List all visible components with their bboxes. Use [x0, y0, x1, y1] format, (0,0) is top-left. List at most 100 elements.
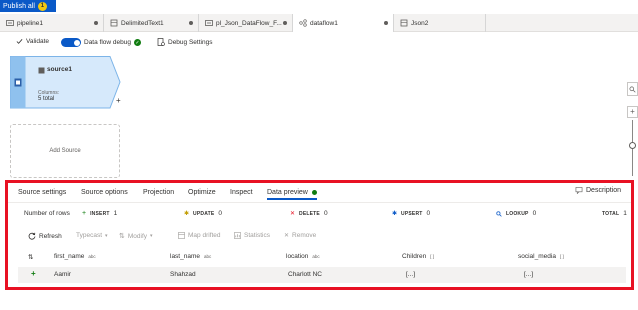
chevron-down-icon: ▾: [105, 232, 108, 239]
map-drifted-icon: [178, 232, 185, 239]
statistics-label: Statistics: [244, 232, 271, 239]
debug-settings-label: Debug Settings: [168, 38, 213, 46]
row-stats-bar: Number of rows + INSERT 1 ✱ UPDATE 0 ✕ D…: [8, 208, 631, 222]
column-header-children[interactable]: Children [ ]: [402, 253, 434, 260]
description-button[interactable]: Description: [575, 187, 621, 194]
tab-data-preview-label: Data preview: [267, 189, 308, 196]
tab-label: DelimitedText1: [121, 19, 164, 27]
source-icon: [14, 78, 22, 87]
tab-json2[interactable]: Json2: [394, 14, 486, 32]
modify-icon: ⇅: [119, 233, 125, 240]
map-drifted-button[interactable]: Map drifted: [178, 232, 221, 239]
remove-button[interactable]: ✕ Remove: [284, 232, 316, 239]
delete-stat: ✕ DELETE 0: [290, 210, 328, 217]
rows-label-text: Number of rows: [24, 210, 70, 217]
source-node-name: source1: [47, 66, 72, 73]
total-count: 1: [623, 210, 627, 217]
search-icon: [629, 86, 636, 93]
cell-location[interactable]: Charlott NC: [288, 271, 322, 278]
tab-label: Json2: [411, 19, 429, 27]
cell-social-media[interactable]: [...]: [524, 271, 533, 278]
string-type-icon: abc: [88, 254, 96, 259]
number-of-rows-label: Number of rows: [24, 210, 70, 217]
update-count: 0: [218, 210, 223, 217]
debug-label: Data flow debug: [84, 39, 131, 46]
unsaved-dot-icon: [94, 21, 98, 25]
tab-pl-json-dataflow[interactable]: pl_Json_DataFlow_F...: [199, 14, 293, 32]
total-key: TOTAL: [602, 210, 620, 217]
cell-first-name[interactable]: Aamir: [54, 271, 71, 278]
publish-all-button[interactable]: Publish all 1: [0, 0, 56, 12]
insert-stat: + INSERT 1: [82, 210, 117, 217]
string-type-icon: abc: [204, 254, 212, 259]
comment-icon: [575, 187, 583, 194]
upsert-count: 0: [426, 210, 431, 217]
tab-source-settings[interactable]: Source settings: [18, 189, 66, 196]
statistics-button[interactable]: Statistics: [234, 232, 270, 239]
tab-data-preview[interactable]: Data preview: [267, 189, 317, 200]
lookup-key: LOOKUP: [506, 210, 529, 217]
tab-bar: pipeline1 DelimitedText1 pl_Json_DataFlo…: [0, 14, 638, 32]
statistics-icon: [234, 232, 241, 239]
insert-plus-icon: +: [82, 210, 87, 217]
typecast-button[interactable]: Typecast ▾: [76, 232, 108, 239]
publish-label: Publish all: [3, 2, 35, 10]
insert-count: 1: [113, 210, 118, 217]
add-source-label: Add Source: [49, 148, 81, 154]
zoom-in-button[interactable]: +: [627, 106, 638, 118]
tab-optimize[interactable]: Optimize: [188, 189, 216, 196]
zoom-slider-thumb[interactable]: [629, 142, 636, 149]
toolbar: Validate Data flow debug ✓ Debug Setting…: [0, 34, 638, 52]
dataset-icon: [110, 19, 118, 27]
properties-panel: Source settings Source options Projectio…: [5, 180, 634, 290]
total-stat: TOTAL 1: [602, 210, 627, 217]
delete-x-icon: ✕: [290, 211, 296, 217]
tab-projection[interactable]: Projection: [143, 189, 174, 196]
table-row[interactable]: + Aamir Shahzad Charlott NC [...] [...]: [18, 267, 626, 283]
source-node-type-icon: [38, 67, 45, 74]
refresh-button[interactable]: Refresh: [28, 232, 62, 240]
toggle-switch[interactable]: [61, 38, 81, 47]
cell-children[interactable]: [...]: [406, 271, 415, 278]
column-header-location[interactable]: location abc: [286, 253, 320, 260]
tab-pipeline1[interactable]: pipeline1: [0, 14, 104, 32]
data-flow-debug-toggle[interactable]: Data flow debug ✓: [61, 38, 141, 47]
tab-dataflow1[interactable]: dataflow1: [293, 14, 394, 32]
add-transform-plus-icon[interactable]: +: [116, 96, 121, 105]
source-node[interactable]: source1 Columns: 5 total +: [10, 56, 121, 109]
insert-row-icon: +: [31, 269, 36, 278]
tab-delimitedtext1[interactable]: DelimitedText1: [104, 14, 199, 32]
cell-last-name[interactable]: Shahzad: [170, 271, 196, 278]
map-drifted-label: Map drifted: [188, 232, 221, 239]
sort-icon[interactable]: ⇅: [28, 253, 33, 261]
publish-count-badge: 1: [37, 1, 47, 11]
column-header-first-name[interactable]: first_name abc: [54, 253, 96, 260]
remove-x-icon: ✕: [284, 233, 290, 239]
dataflow-icon: [299, 19, 307, 27]
add-source-box[interactable]: Add Source: [10, 124, 120, 178]
tab-inspect[interactable]: Inspect: [230, 189, 253, 196]
column-name: location: [286, 253, 309, 260]
debug-settings-button[interactable]: Debug Settings: [157, 38, 212, 46]
delete-count: 0: [323, 210, 328, 217]
unsaved-dot-icon: [384, 21, 388, 25]
tab-source-options[interactable]: Source options: [81, 189, 128, 196]
settings-doc-icon: [157, 38, 165, 46]
pipeline-icon: [6, 20, 14, 26]
typecast-label: Typecast: [76, 232, 103, 239]
dataflow-canvas[interactable]: source1 Columns: 5 total + Add Source +: [0, 52, 638, 180]
description-label: Description: [586, 187, 622, 194]
modify-button[interactable]: ⇅ Modify ▾: [119, 232, 153, 241]
column-header-last-name[interactable]: last_name abc: [170, 253, 211, 260]
validate-button[interactable]: Validate: [16, 38, 49, 45]
update-stat: ✱ UPDATE 0: [184, 210, 222, 217]
data-grid-header: ⇅ first_name abc last_name abc location …: [18, 250, 628, 266]
search-button[interactable]: [627, 82, 638, 96]
zoom-controls: +: [627, 82, 638, 180]
lookup-count: 0: [532, 210, 537, 217]
debug-status-icon: ✓: [133, 39, 141, 46]
upsert-key: UPSERT: [401, 210, 423, 217]
lookup-stat: LOOKUP 0: [496, 210, 536, 217]
source-node-shape: [10, 56, 121, 109]
column-header-social-media[interactable]: social_media [ ]: [518, 253, 564, 260]
